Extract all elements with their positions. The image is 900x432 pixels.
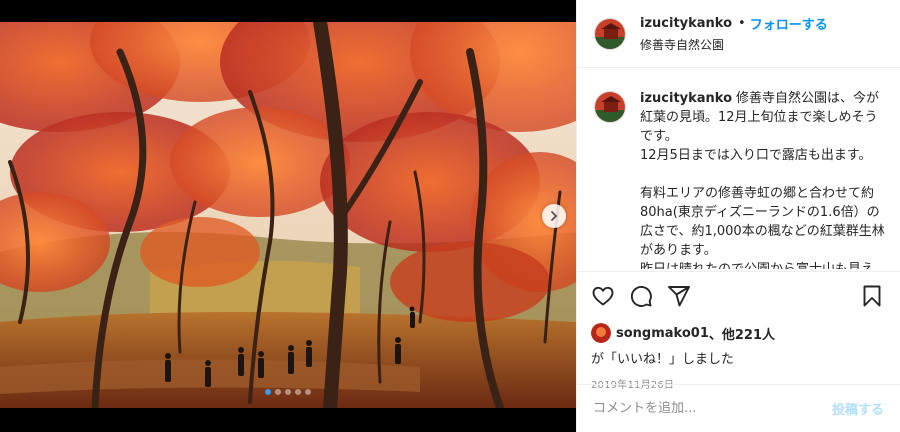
post-comment-button[interactable]: 投稿する xyxy=(832,399,884,418)
avatar[interactable] xyxy=(594,91,626,123)
likes-summary: songmako01 、他221人 xyxy=(591,323,886,343)
caption-line: 昨日は晴れたので公園から富士山も見え xyxy=(640,260,886,269)
location-link[interactable]: 修善寺自然公園 xyxy=(640,36,828,53)
carousel-next-button[interactable] xyxy=(542,204,566,228)
likes-count-link[interactable]: 、他221人 xyxy=(709,324,775,343)
carousel-indicator xyxy=(0,389,576,395)
carousel-dot xyxy=(265,389,271,395)
carousel-dot xyxy=(275,389,281,395)
separator-dot: • xyxy=(738,16,746,31)
avatar[interactable] xyxy=(594,17,626,50)
heart-icon[interactable] xyxy=(591,284,615,308)
carousel-dot xyxy=(285,389,291,395)
caption-username-link[interactable]: izucitykanko xyxy=(640,91,732,106)
chevron-right-icon xyxy=(551,211,558,221)
post-side-panel: izucitykanko • フォローする 修善寺自然公園 izucitykan… xyxy=(576,0,900,432)
post-actions: songmako01 、他221人 が「いいね！」しました 2019年11月26日 xyxy=(577,271,900,391)
paper-plane-icon[interactable] xyxy=(667,284,691,308)
caption-line: 有料エリアの修善寺虹の郷と合わせて約80ha(東京ディズニーランドの1.6倍）の… xyxy=(640,186,885,258)
post-header: izucitykanko • フォローする 修善寺自然公園 xyxy=(577,0,900,68)
comment-icon[interactable] xyxy=(629,284,653,308)
bookmark-icon[interactable] xyxy=(860,284,884,308)
caption-section: izucitykanko 修善寺自然公園は、今が紅葉の見頃。12月上旬位まで楽しめ… xyxy=(577,69,900,269)
autumn-foliage-photo[interactable] xyxy=(0,22,576,408)
follow-button[interactable]: フォローする xyxy=(750,14,828,33)
carousel-dot xyxy=(305,389,311,395)
post-media xyxy=(0,0,576,432)
post-caption: izucitykanko 修善寺自然公園は、今が紅葉の見頃。12月上旬位まで楽しめ… xyxy=(640,89,886,269)
avatar[interactable] xyxy=(591,323,611,343)
caption-line: 12月5日までは入り口で露店も出ます。 xyxy=(640,148,872,163)
liker-username-link[interactable]: songmako01 xyxy=(616,326,709,341)
comment-input[interactable] xyxy=(593,401,832,416)
username-link[interactable]: izucitykanko xyxy=(640,16,732,31)
likes-suffix: が「いいね！」しました xyxy=(591,352,735,367)
caption-line xyxy=(640,165,886,184)
comment-form: 投稿する xyxy=(577,384,900,432)
carousel-dot xyxy=(295,389,301,395)
